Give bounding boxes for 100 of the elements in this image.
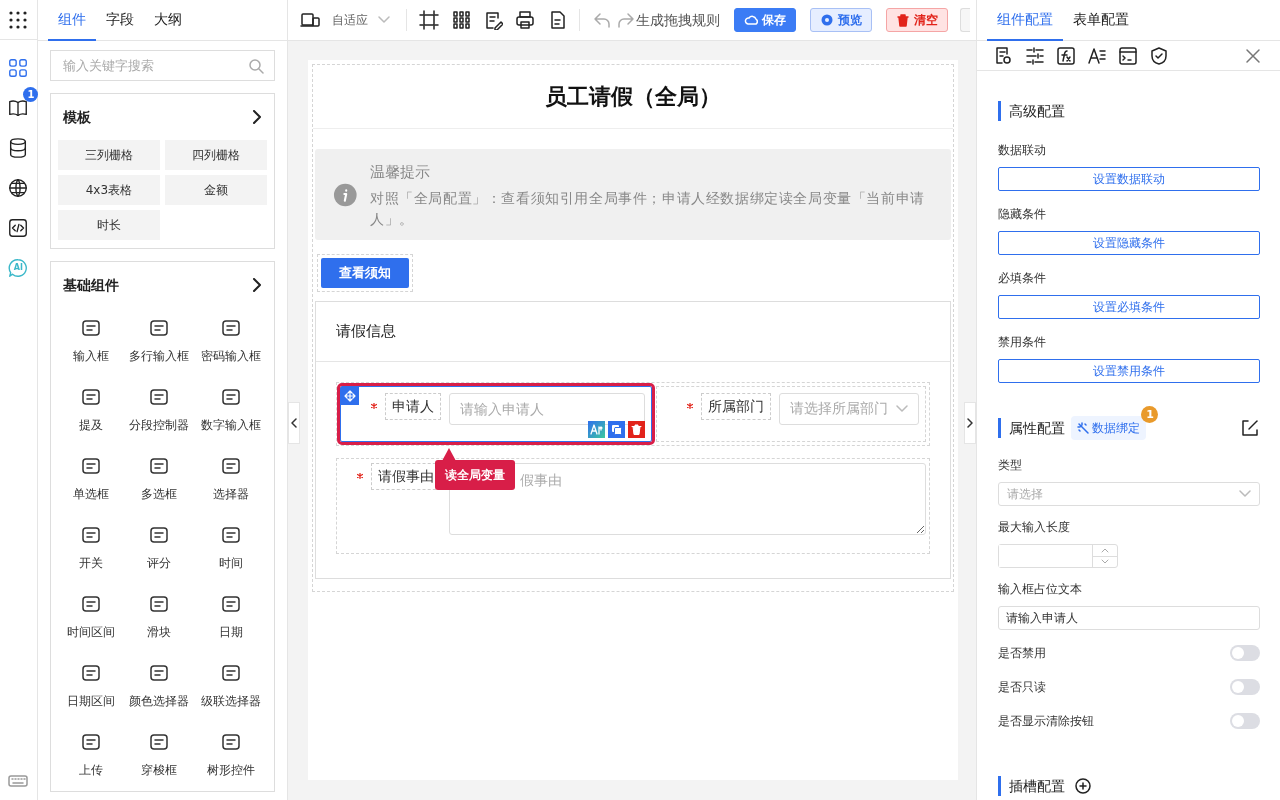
generate-rules-link[interactable]: 生成拖拽规则	[636, 9, 721, 31]
form-field[interactable]: 所属部门 请选择所属部门	[656, 385, 927, 442]
toolbar-button[interactable]: 保存	[734, 8, 797, 32]
template-item[interactable]: 金额	[165, 175, 268, 205]
chevron-down-icon	[378, 16, 391, 24]
select-placeholder: 请选择	[1007, 486, 1044, 503]
notice-title: 温馨提示	[370, 162, 432, 183]
component-item[interactable]: 密码输入框	[195, 308, 268, 377]
panel-tab[interactable]: 字段	[95, 0, 144, 41]
config-label: 是否只读	[998, 679, 1047, 696]
component-item[interactable]: 时间	[195, 515, 268, 584]
component-item[interactable]: 单选框	[57, 446, 124, 515]
widget-icon	[149, 732, 170, 752]
widget-icon	[80, 732, 101, 752]
text-input[interactable]: 请输入申请人	[449, 392, 646, 425]
section-title: 模板	[62, 107, 91, 127]
config-label: 最大输入长度	[998, 519, 1072, 536]
shield-check-icon[interactable]	[1149, 45, 1170, 66]
widget-icon	[221, 663, 242, 683]
config-label: 数据联动	[998, 142, 1048, 159]
device-icon[interactable]	[300, 10, 321, 30]
toggle-switch[interactable]	[1230, 645, 1260, 661]
book-icon[interactable]	[7, 97, 30, 119]
config-label: 是否禁用	[998, 645, 1047, 662]
eye-icon	[820, 13, 835, 27]
grid-dots-icon[interactable]	[451, 10, 472, 30]
template-item[interactable]: 三列栅格	[57, 140, 161, 170]
search-field[interactable]: 输入关键字搜索	[49, 50, 276, 81]
notification-badge: 1	[23, 87, 39, 102]
widget-icon	[149, 525, 170, 545]
template-item[interactable]: 时长	[57, 210, 161, 240]
config-button[interactable]: 设置隐藏条件	[998, 231, 1260, 255]
component-item[interactable]: 输入框	[57, 308, 124, 377]
component-item[interactable]: 颜色选择器	[123, 653, 196, 722]
select-placeholder: 请选择所属部门	[790, 399, 889, 418]
collapse-right-handle[interactable]	[964, 402, 977, 444]
collapse-left-handle[interactable]	[288, 402, 301, 444]
template-item[interactable]: 四列栅格	[165, 140, 268, 170]
globe-icon[interactable]	[7, 177, 30, 199]
component-item[interactable]: 选择器	[195, 446, 268, 515]
component-item[interactable]: 评分	[123, 515, 196, 584]
toolbar-button[interactable]: 预览	[810, 8, 873, 32]
component-item[interactable]: 时间区间	[57, 584, 124, 653]
grid-icon[interactable]	[7, 57, 30, 79]
crop-frame-icon[interactable]	[419, 10, 440, 30]
text-style-icon[interactable]	[1087, 45, 1108, 66]
component-item[interactable]: 开关	[57, 515, 124, 584]
component-item[interactable]: 多选框	[123, 446, 196, 515]
field-label: 所属部门	[701, 392, 772, 420]
toggle-switch[interactable]	[1230, 679, 1260, 695]
chevron-right-icon[interactable]	[252, 278, 263, 292]
component-item[interactable]: 级联选择器	[195, 653, 268, 722]
layout-select[interactable]: 自适应	[332, 11, 395, 29]
app-menu-icon[interactable]	[8, 9, 29, 30]
edit-document-icon[interactable]	[483, 10, 504, 30]
move-handle-icon[interactable]	[341, 386, 360, 405]
config-label: 是否显示清除按钮	[998, 713, 1095, 730]
toolbar-button[interactable]: 清空	[886, 8, 949, 32]
widget-icon	[149, 663, 170, 683]
field-label: 申请人	[385, 392, 442, 420]
panel-tab[interactable]: 大纲	[143, 0, 192, 41]
component-item[interactable]: 提及	[57, 377, 124, 446]
edit-icon[interactable]	[1240, 418, 1260, 438]
sliders-icon[interactable]	[1025, 45, 1046, 66]
config-button[interactable]: 设置必填条件	[998, 295, 1260, 319]
chevron-right-icon[interactable]	[252, 110, 263, 124]
widget-icon	[221, 732, 242, 752]
section-title: 基础组件	[62, 275, 119, 295]
view-notice-button[interactable]: 查看须知	[321, 257, 410, 288]
component-item[interactable]: 数字输入框	[195, 377, 268, 446]
component-item[interactable]: 树形控件	[195, 722, 268, 791]
component-item[interactable]: 穿梭框	[123, 722, 196, 791]
section-title: 高级配置	[998, 101, 1260, 121]
component-item[interactable]: 滑块	[123, 584, 196, 653]
toggle-switch[interactable]	[1230, 713, 1260, 729]
print-icon[interactable]	[515, 10, 536, 30]
function-icon[interactable]	[1056, 45, 1077, 66]
component-item[interactable]: 上传	[57, 722, 124, 791]
terminal-icon[interactable]	[1118, 45, 1139, 66]
panel-tab[interactable]: 组件配置	[987, 0, 1064, 41]
component-item[interactable]: 日期区间	[57, 653, 124, 722]
widget-icon	[80, 594, 101, 614]
template-item[interactable]: 4x3表格	[57, 175, 161, 205]
panel-tab[interactable]: 组件	[47, 0, 96, 41]
data-binding-button[interactable]: 数据绑定	[1071, 416, 1147, 440]
config-button[interactable]: 设置禁用条件	[998, 359, 1260, 383]
code-icon[interactable]	[7, 217, 30, 239]
config-button[interactable]: 设置数据联动	[998, 167, 1260, 191]
number-field[interactable]	[998, 544, 1119, 568]
widget-icon	[221, 525, 242, 545]
text-input[interactable]: 请输入申请人	[998, 606, 1260, 630]
component-item[interactable]: 分段控制器	[123, 377, 196, 446]
section-title: 插槽配置	[998, 776, 1066, 796]
component-item[interactable]: 日期	[195, 584, 268, 653]
widget-icon	[149, 456, 170, 476]
panel-tab[interactable]: 表单配置	[1063, 0, 1140, 41]
widget-icon	[149, 594, 170, 614]
component-item[interactable]: 多行输入框	[123, 308, 196, 377]
selected-field[interactable]: 申请人 请输入申请人	[340, 385, 653, 442]
add-circle-icon[interactable]	[1073, 776, 1094, 796]
